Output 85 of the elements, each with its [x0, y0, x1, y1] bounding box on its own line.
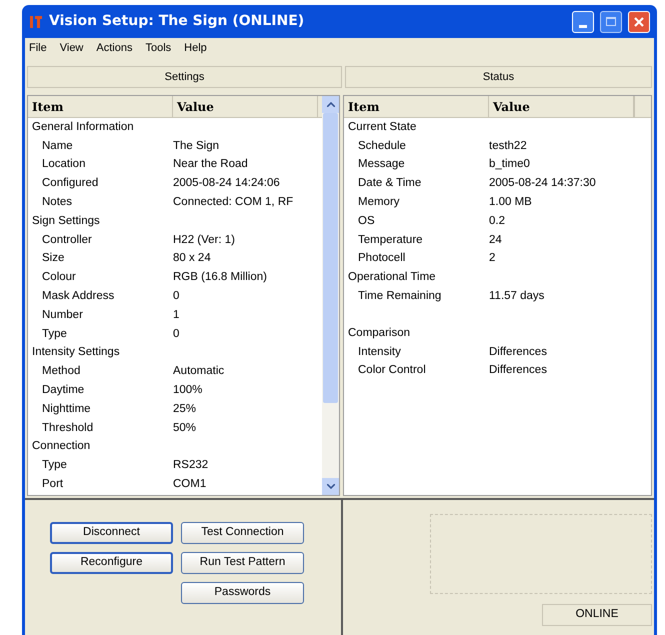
item-cell-text: Mask Address	[41, 288, 116, 304]
item-cell-text: Type	[41, 458, 68, 474]
close-icon	[633, 16, 645, 28]
item-cell-text: Nighttime	[41, 402, 92, 417]
column-header[interactable]: Value	[489, 96, 634, 117]
item-cell-text: Port	[41, 476, 64, 492]
status-bar: ONLINE	[542, 604, 652, 626]
column-header[interactable]: Item	[344, 96, 489, 117]
value-cell-text: 1	[173, 308, 180, 323]
value-cell-text: Differences	[489, 363, 547, 378]
close-button[interactable]	[628, 10, 650, 32]
value-cell-text: Connected: COM 1, RF	[173, 194, 294, 210]
item-cell-text: Type	[41, 326, 68, 342]
value-cell-text: 25%	[173, 402, 196, 417]
menu-item[interactable]: Actions	[96, 40, 132, 56]
item-cell-text: Temperature	[357, 232, 424, 248]
item-cell-text: Name	[41, 138, 74, 154]
column-header[interactable]: Value	[173, 96, 318, 117]
minimize-button[interactable]	[572, 10, 594, 32]
item-cell-text: Photocell	[357, 251, 406, 266]
group-label: Comparison	[348, 326, 410, 341]
item-cell-text: Date & Time	[357, 176, 422, 192]
group-label: Intensity Settings	[32, 345, 120, 360]
value-cell-text: 2005-08-24 14:24:06	[173, 176, 280, 192]
menu-item[interactable]: File	[29, 40, 47, 56]
item-cell-text: OS	[357, 214, 376, 229]
group-label: Connection	[32, 439, 90, 454]
scroll-down-icon	[326, 484, 334, 489]
item-cell-text: Colour	[41, 270, 77, 286]
value-cell-text: 0	[173, 288, 180, 304]
value-cell-text: Automatic	[173, 364, 224, 380]
item-cell-text: Message	[357, 157, 406, 172]
panel-heading: Status	[345, 66, 652, 88]
value-cell-text: 11.57 days	[489, 288, 544, 304]
value-cell-text: 2	[489, 251, 496, 266]
value-cell-text: 50%	[173, 420, 196, 436]
item-cell-text: Configured	[41, 176, 100, 192]
value-cell-text: H22 (Ver: 1)	[173, 232, 235, 248]
action-button[interactable]: Run Test Pattern	[181, 552, 304, 574]
item-cell-text: Threshold	[41, 420, 94, 436]
item-cell-text: Memory	[357, 194, 401, 210]
scrollbar[interactable]	[322, 96, 339, 495]
menu-item[interactable]: View	[60, 40, 84, 56]
group-label: Current State	[348, 120, 416, 135]
value-cell-text: b_time0	[489, 157, 530, 172]
value-cell-text: 1.00 MB	[489, 194, 532, 210]
item-cell-text: Notes	[41, 194, 74, 210]
action-button[interactable]: Reconfigure	[50, 552, 173, 574]
group-label: General Information	[32, 120, 134, 135]
action-button[interactable]: Passwords	[181, 582, 304, 604]
item-cell-text: Location	[41, 157, 86, 172]
group-label: Operational Time	[348, 270, 436, 286]
column-header[interactable]: Item	[28, 96, 173, 117]
item-cell-text: Method	[41, 364, 82, 380]
item-cell-text: Intensity	[357, 344, 402, 360]
value-cell-text: Near the Road	[173, 157, 248, 172]
action-button[interactable]: Disconnect	[50, 522, 173, 544]
action-button[interactable]: Test Connection	[181, 522, 304, 544]
item-cell-text: Number	[41, 308, 84, 323]
item-cell-text: Color Control	[357, 363, 427, 378]
item-cell-text: Time Remaining	[357, 288, 442, 304]
item-cell-text: Size	[41, 251, 66, 266]
value-cell-text: RS232	[173, 458, 208, 474]
menu-item[interactable]: Tools	[145, 40, 172, 56]
value-cell-text: 100%	[173, 382, 202, 398]
value-cell-text: 0	[173, 326, 180, 342]
group-label: Sign Settings	[32, 214, 100, 229]
value-cell-text: 2005-08-24 14:37:30	[489, 176, 596, 192]
value-cell-text: The Sign	[173, 138, 220, 154]
value-cell-text: RGB (16.8 Million)	[173, 270, 267, 286]
value-cell-text: testh22	[489, 138, 527, 154]
value-cell-text: COM1	[173, 476, 206, 492]
value-cell-text: 80 x 24	[173, 251, 211, 266]
app-icon	[29, 14, 43, 30]
value-cell-text: 0.2	[489, 214, 505, 229]
maximize-button[interactable]	[600, 10, 622, 32]
scroll-up-icon	[326, 102, 334, 107]
item-cell-text: Controller	[41, 232, 93, 248]
panel-heading: Settings	[27, 66, 342, 88]
menu-item[interactable]: Help	[184, 40, 207, 56]
item-cell-text: Daytime	[41, 382, 86, 398]
value-cell-text: Differences	[489, 344, 547, 360]
window-title: Vision Setup: The Sign (ONLINE)	[49, 12, 304, 31]
item-cell-text: Schedule	[357, 138, 407, 154]
value-cell-text: 24	[489, 232, 502, 248]
